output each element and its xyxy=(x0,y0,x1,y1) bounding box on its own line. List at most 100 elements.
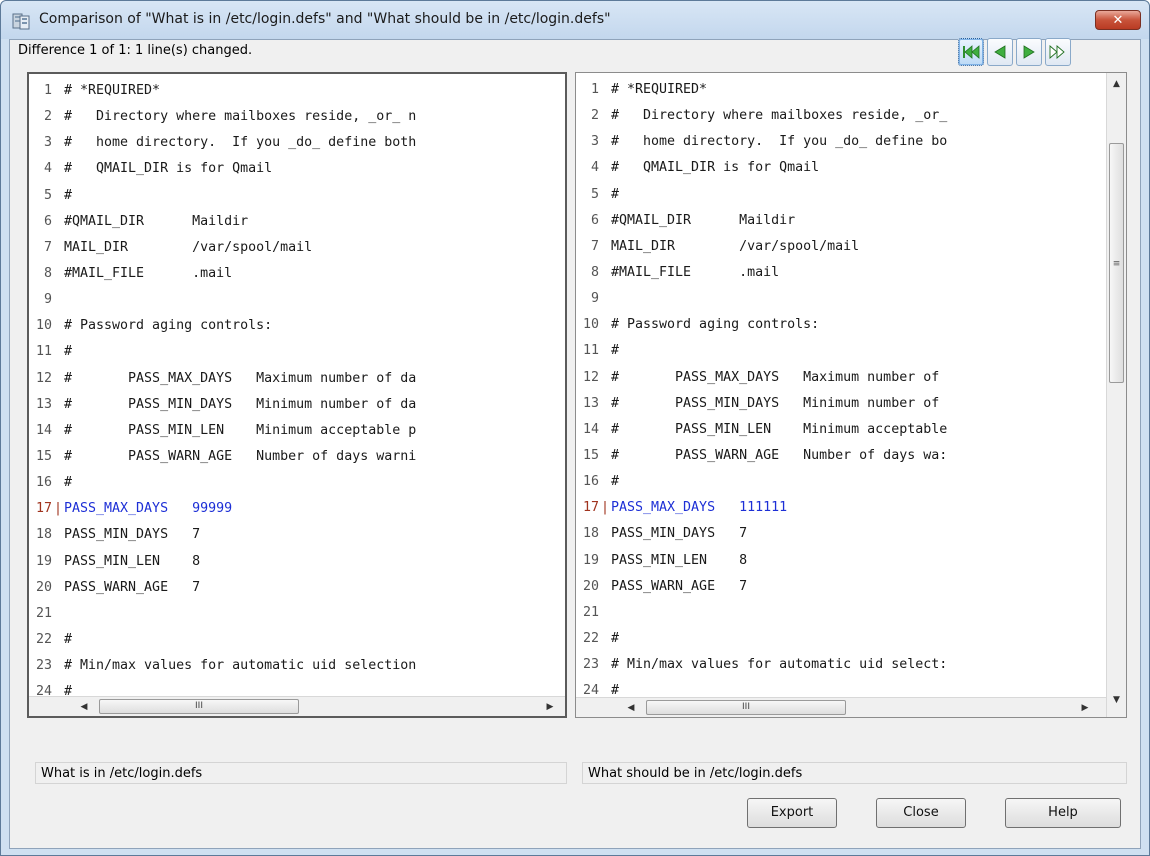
code-line: 22 # xyxy=(29,627,565,653)
line-text: # home directory. If you _do_ define bo xyxy=(611,134,948,150)
gutter-spacer xyxy=(601,574,611,600)
line-number: 13 xyxy=(582,395,599,411)
line-text: # PASS_WARN_AGE Number of days warni xyxy=(64,448,417,464)
gutter-spacer xyxy=(54,78,64,104)
line-text: #MAIL_FILE .mail xyxy=(64,265,233,281)
change-marker: | xyxy=(54,501,63,517)
code-line: 23 # Min/max values for automatic uid se… xyxy=(576,652,1106,678)
gutter-spacer xyxy=(54,104,64,130)
line-text: # PASS_MIN_DAYS Minimum number of xyxy=(611,395,940,411)
code-line: 20 PASS_WARN_AGE 7 xyxy=(576,574,1106,600)
line-number: 4 xyxy=(590,160,599,176)
gutter-spacer xyxy=(601,365,611,391)
line-number: 14 xyxy=(35,422,52,438)
line-text: # Min/max values for automatic uid selec… xyxy=(611,657,948,673)
line-number: 7 xyxy=(43,239,52,255)
line-text: # PASS_MIN_DAYS Minimum number of da xyxy=(64,396,417,412)
help-button[interactable]: Help xyxy=(1005,798,1121,828)
line-text: # xyxy=(64,475,73,491)
first-difference-button[interactable] xyxy=(958,38,984,66)
export-button[interactable]: Export xyxy=(747,798,837,828)
next-difference-button[interactable] xyxy=(1016,38,1042,66)
line-text: PASS_MIN_DAYS 7 xyxy=(611,526,748,542)
gutter-spacer xyxy=(54,522,64,548)
line-number: 20 xyxy=(582,578,599,594)
code-line: 21 xyxy=(29,601,565,627)
scroll-right-icon[interactable]: ▶ xyxy=(541,699,559,715)
gutter-spacer xyxy=(601,600,611,626)
code-line: 10 # Password aging controls: xyxy=(29,313,565,339)
gutter-spacer xyxy=(601,182,611,208)
gutter-spacer xyxy=(601,208,611,234)
code-line: 8 #MAIL_FILE .mail xyxy=(576,260,1106,286)
code-line: 22 # xyxy=(576,626,1106,652)
line-number: 3 xyxy=(590,134,599,150)
line-text: # xyxy=(611,186,620,202)
line-number: 15 xyxy=(582,447,599,463)
gutter-spacer xyxy=(601,391,611,417)
last-difference-button[interactable] xyxy=(1045,38,1071,66)
gutter-spacer xyxy=(54,549,64,575)
line-text: # PASS_MAX_DAYS Maximum number of xyxy=(611,369,940,385)
line-number: 21 xyxy=(35,605,52,621)
line-number: 11 xyxy=(35,344,52,360)
close-window-button[interactable]: ✕ xyxy=(1095,10,1141,30)
code-line: 11 # xyxy=(576,338,1106,364)
gutter-spacer xyxy=(54,156,64,182)
line-text: # xyxy=(64,344,73,360)
left-diff-pane[interactable]: 1 # *REQUIRED* 2 # Directory where mailbo… xyxy=(27,72,567,718)
code-line: 13 # PASS_MIN_DAYS Minimum number of xyxy=(576,391,1106,417)
scroll-left-icon[interactable]: ◀ xyxy=(75,699,93,715)
server-compare-icon xyxy=(11,11,31,31)
line-number: 9 xyxy=(590,291,599,307)
code-line: 2 # Directory where mailboxes reside, _o… xyxy=(576,103,1106,129)
left-scroll-thumb[interactable]: III xyxy=(99,699,299,714)
right-horizontal-scrollbar[interactable]: ◀ III ▶ xyxy=(576,697,1106,717)
previous-difference-button[interactable] xyxy=(987,38,1013,66)
line-number: 2 xyxy=(43,109,52,125)
line-number: 6 xyxy=(590,212,599,228)
code-line: 4 # QMAIL_DIR is for Qmail xyxy=(576,155,1106,181)
code-line: 5 # xyxy=(576,182,1106,208)
scroll-down-icon[interactable]: ▼ xyxy=(1107,691,1126,709)
gutter-spacer xyxy=(54,235,64,261)
line-text: # xyxy=(611,474,620,490)
close-button[interactable]: Close xyxy=(876,798,966,828)
right-scroll-thumb[interactable]: III xyxy=(646,700,846,715)
scroll-right-icon[interactable]: ▶ xyxy=(1076,700,1094,716)
line-text: # Min/max values for automatic uid selec… xyxy=(64,658,417,674)
line-number: 23 xyxy=(35,658,52,674)
line-number: 9 xyxy=(43,292,52,308)
code-line: 15 # PASS_WARN_AGE Number of days wa: xyxy=(576,443,1106,469)
line-number: 4 xyxy=(43,161,52,177)
first-icon xyxy=(961,44,981,60)
gutter-spacer xyxy=(54,470,64,496)
title-bar[interactable]: Comparison of "What is in /etc/login.def… xyxy=(1,1,1149,39)
line-text: # Directory where mailboxes reside, _or_ xyxy=(611,108,948,124)
gutter-spacer xyxy=(601,548,611,574)
scroll-up-icon[interactable]: ▲ xyxy=(1107,75,1126,93)
line-number: 19 xyxy=(582,552,599,568)
code-line: 7 MAIL_DIR /var/spool/mail xyxy=(29,235,565,261)
line-text: PASS_MIN_LEN 8 xyxy=(64,553,201,569)
line-text: # xyxy=(611,683,620,699)
right-diff-pane[interactable]: 1 # *REQUIRED* 2 # Directory where mailbo… xyxy=(575,72,1127,718)
line-text: # Password aging controls: xyxy=(611,317,820,333)
gutter-spacer xyxy=(601,521,611,547)
gutter-spacer xyxy=(54,653,64,679)
line-number: 12 xyxy=(35,370,52,386)
scroll-left-icon[interactable]: ◀ xyxy=(622,700,640,716)
gutter-spacer xyxy=(601,443,611,469)
code-line: 5 # xyxy=(29,183,565,209)
line-number: 19 xyxy=(35,553,52,569)
window-title: Comparison of "What is in /etc/login.def… xyxy=(39,11,611,27)
right-vscroll-thumb[interactable]: ≡ xyxy=(1109,143,1124,383)
left-horizontal-scrollbar[interactable]: ◀ III ▶ xyxy=(29,696,565,716)
line-text: # Directory where mailboxes reside, _or_… xyxy=(64,109,417,125)
code-line: 17 | PASS_MAX_DAYS 99999 xyxy=(29,496,565,522)
right-vertical-scrollbar[interactable]: ▲ ≡ ▼ xyxy=(1106,73,1126,717)
change-marker: | xyxy=(601,500,610,516)
line-number: 17 xyxy=(582,500,599,516)
line-text: #MAIL_FILE .mail xyxy=(611,264,780,280)
line-text: PASS_MIN_LEN 8 xyxy=(611,552,748,568)
